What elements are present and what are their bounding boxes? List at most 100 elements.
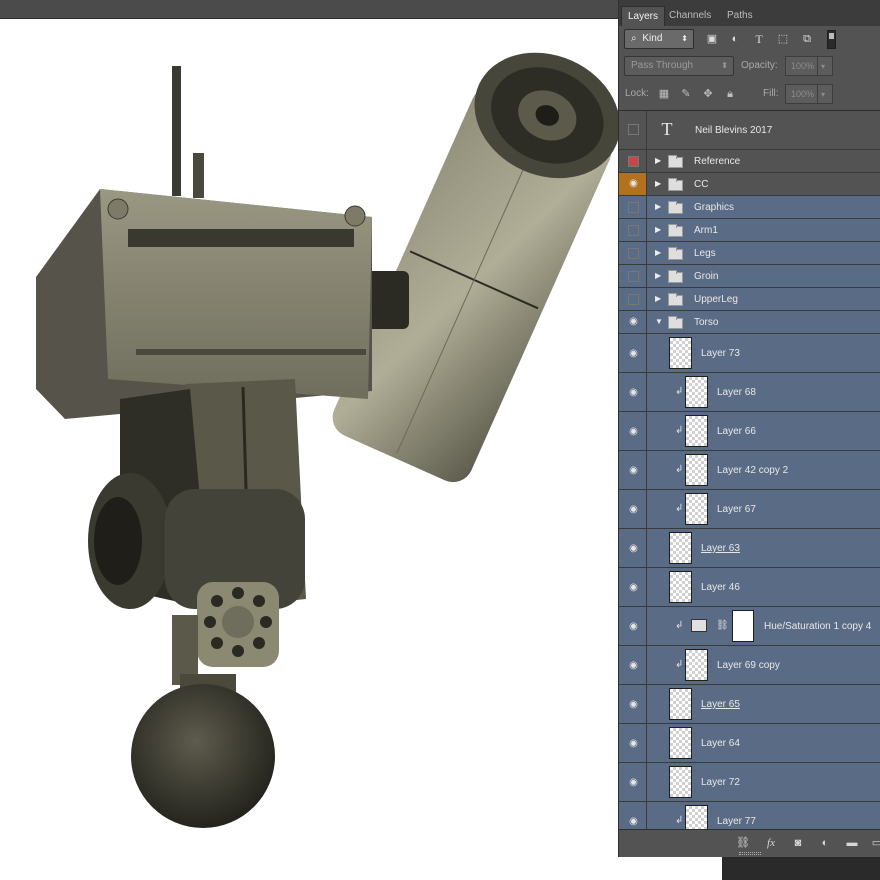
expand-arrow-icon[interactable]: ▶ [655,202,663,211]
layer-row[interactable]: ▶ UpperLeg [619,288,880,311]
mask-link-icon[interactable]: ⛓︎ [716,620,729,631]
eye-icon[interactable]: ◉ [628,738,639,749]
visibility-cell[interactable]: ◉ [619,490,647,528]
new-group-icon[interactable]: ▬ [844,836,860,850]
visibility-cell[interactable]: ◉ [619,173,647,195]
eye-icon[interactable]: ◉ [628,316,639,327]
layer-row[interactable]: ◉ ↲ ⛓︎ Hue/Saturation 1 copy 4 [619,607,880,646]
visibility-cell[interactable]: ◉ [619,646,647,684]
new-layer-icon[interactable]: ▭ [869,836,880,850]
visibility-cell[interactable] [619,219,647,241]
visibility-cell[interactable] [619,288,647,310]
shape-filter-icon[interactable]: ⬚ [775,31,791,47]
layer-row[interactable]: ◉ Layer 72 [619,763,880,802]
eye-icon[interactable]: ◉ [628,582,639,593]
layer-row[interactable]: ◉ ▶ CC [619,173,880,196]
eye-icon[interactable]: ◉ [628,660,639,671]
layer-row[interactable]: ▶ Arm1 [619,219,880,242]
layer-row[interactable]: ▶ Legs [619,242,880,265]
expand-arrow-icon[interactable]: ▶ [655,156,663,165]
image-filter-icon[interactable]: ▣ [704,31,720,47]
visibility-cell[interactable]: ◉ [619,607,647,645]
expand-arrow-icon[interactable]: ▶ [655,294,663,303]
eye-icon[interactable]: ◉ [628,699,639,710]
visibility-off-box[interactable] [628,124,639,135]
visibility-cell[interactable] [619,242,647,264]
adjustment-filter-icon[interactable]: ◐ [727,31,743,47]
layer-row[interactable]: ◉ Layer 64 [619,724,880,763]
visibility-cell[interactable]: ◉ [619,685,647,723]
layer-mask-thumbnail[interactable] [732,610,754,642]
lock-all-icon[interactable]: 🔒︎ [723,87,737,101]
visibility-cell[interactable]: ◉ [619,451,647,489]
kind-filter-select[interactable]: ⌕ Kind ⬍ [624,29,694,49]
eye-icon[interactable]: ◉ [628,543,639,554]
layer-row[interactable]: ◉ ↲ Layer 69 copy [619,646,880,685]
eye-icon[interactable]: ◉ [628,387,639,398]
add-mask-icon[interactable]: ◙ [790,836,806,850]
layer-row[interactable]: T Neil Blevins 2017 [619,111,880,150]
opacity-dropdown[interactable]: ▾ [817,56,833,76]
tab-layers[interactable]: Layers [621,6,666,26]
visibility-cell[interactable]: ◉ [619,373,647,411]
eye-icon[interactable]: ◉ [628,777,639,788]
collapse-arrow-icon[interactable]: ▼ [655,317,663,326]
expand-arrow-icon[interactable]: ▶ [655,271,663,280]
visibility-cell[interactable]: ◉ [619,724,647,762]
layer-row[interactable]: ◉ ↲ Layer 67 [619,490,880,529]
visibility-cell[interactable]: ◉ [619,763,647,801]
type-filter-icon[interactable]: T [751,31,767,47]
eye-icon[interactable]: ◉ [628,816,639,827]
blend-mode-select[interactable]: Pass Through ⬍ [624,56,734,76]
visibility-cell[interactable] [619,111,647,149]
layer-row[interactable]: ◉ Layer 73 [619,334,880,373]
lock-paint-icon[interactable]: ✎ [679,87,693,101]
visibility-cell[interactable]: ◉ [619,568,647,606]
visibility-cell[interactable]: ◉ [619,412,647,450]
visibility-cell[interactable]: ◉ [619,802,647,829]
visibility-off-box[interactable] [628,156,639,167]
layer-row[interactable]: ◉ Layer 63 [619,529,880,568]
eye-icon[interactable]: ◉ [628,426,639,437]
layer-row[interactable]: ▶ Reference [619,150,880,173]
eye-icon[interactable]: ◉ [628,621,639,632]
layer-row[interactable]: ◉ ▼ Torso [619,311,880,334]
layer-row[interactable]: ◉ Layer 46 [619,568,880,607]
document-canvas[interactable] [0,19,618,880]
visibility-off-box[interactable] [628,202,639,213]
resize-grip[interactable] [739,852,761,855]
layer-row[interactable]: ▶ Graphics [619,196,880,219]
tab-channels[interactable]: Channels [663,6,717,26]
layer-row[interactable]: ▶ Groin [619,265,880,288]
expand-arrow-icon[interactable]: ▶ [655,248,663,257]
layer-row[interactable]: ◉ ↲ Layer 68 [619,373,880,412]
visibility-cell[interactable] [619,150,647,172]
link-layers-icon[interactable]: ⛓︎ [735,836,751,850]
expand-arrow-icon[interactable]: ▶ [655,179,663,188]
layer-row[interactable]: ◉ ↲ Layer 77 [619,802,880,829]
visibility-off-box[interactable] [628,248,639,259]
visibility-cell[interactable]: ◉ [619,311,647,333]
fill-dropdown[interactable]: ▾ [817,84,833,104]
eye-icon[interactable]: ◉ [628,178,639,189]
visibility-cell[interactable] [619,196,647,218]
visibility-off-box[interactable] [628,271,639,282]
lock-move-icon[interactable]: ✥ [701,87,715,101]
visibility-cell[interactable] [619,265,647,287]
tab-paths[interactable]: Paths [721,6,759,26]
visibility-off-box[interactable] [628,225,639,236]
smart-object-filter-icon[interactable]: ⧉ [799,31,815,47]
visibility-cell[interactable]: ◉ [619,334,647,372]
visibility-cell[interactable]: ◉ [619,529,647,567]
layer-row[interactable]: ◉ ↲ Layer 66 [619,412,880,451]
adjustment-layer-icon[interactable]: ◐ [817,836,833,850]
eye-icon[interactable]: ◉ [628,348,639,359]
eye-icon[interactable]: ◉ [628,465,639,476]
filter-toggle-switch[interactable] [827,30,836,49]
fx-icon[interactable]: fx [763,836,779,850]
layer-row[interactable]: ◉ Layer 65 [619,685,880,724]
eye-icon[interactable]: ◉ [628,504,639,515]
lock-transparency-icon[interactable]: ▦ [657,87,671,101]
expand-arrow-icon[interactable]: ▶ [655,225,663,234]
layer-row[interactable]: ◉ ↲ Layer 42 copy 2 [619,451,880,490]
